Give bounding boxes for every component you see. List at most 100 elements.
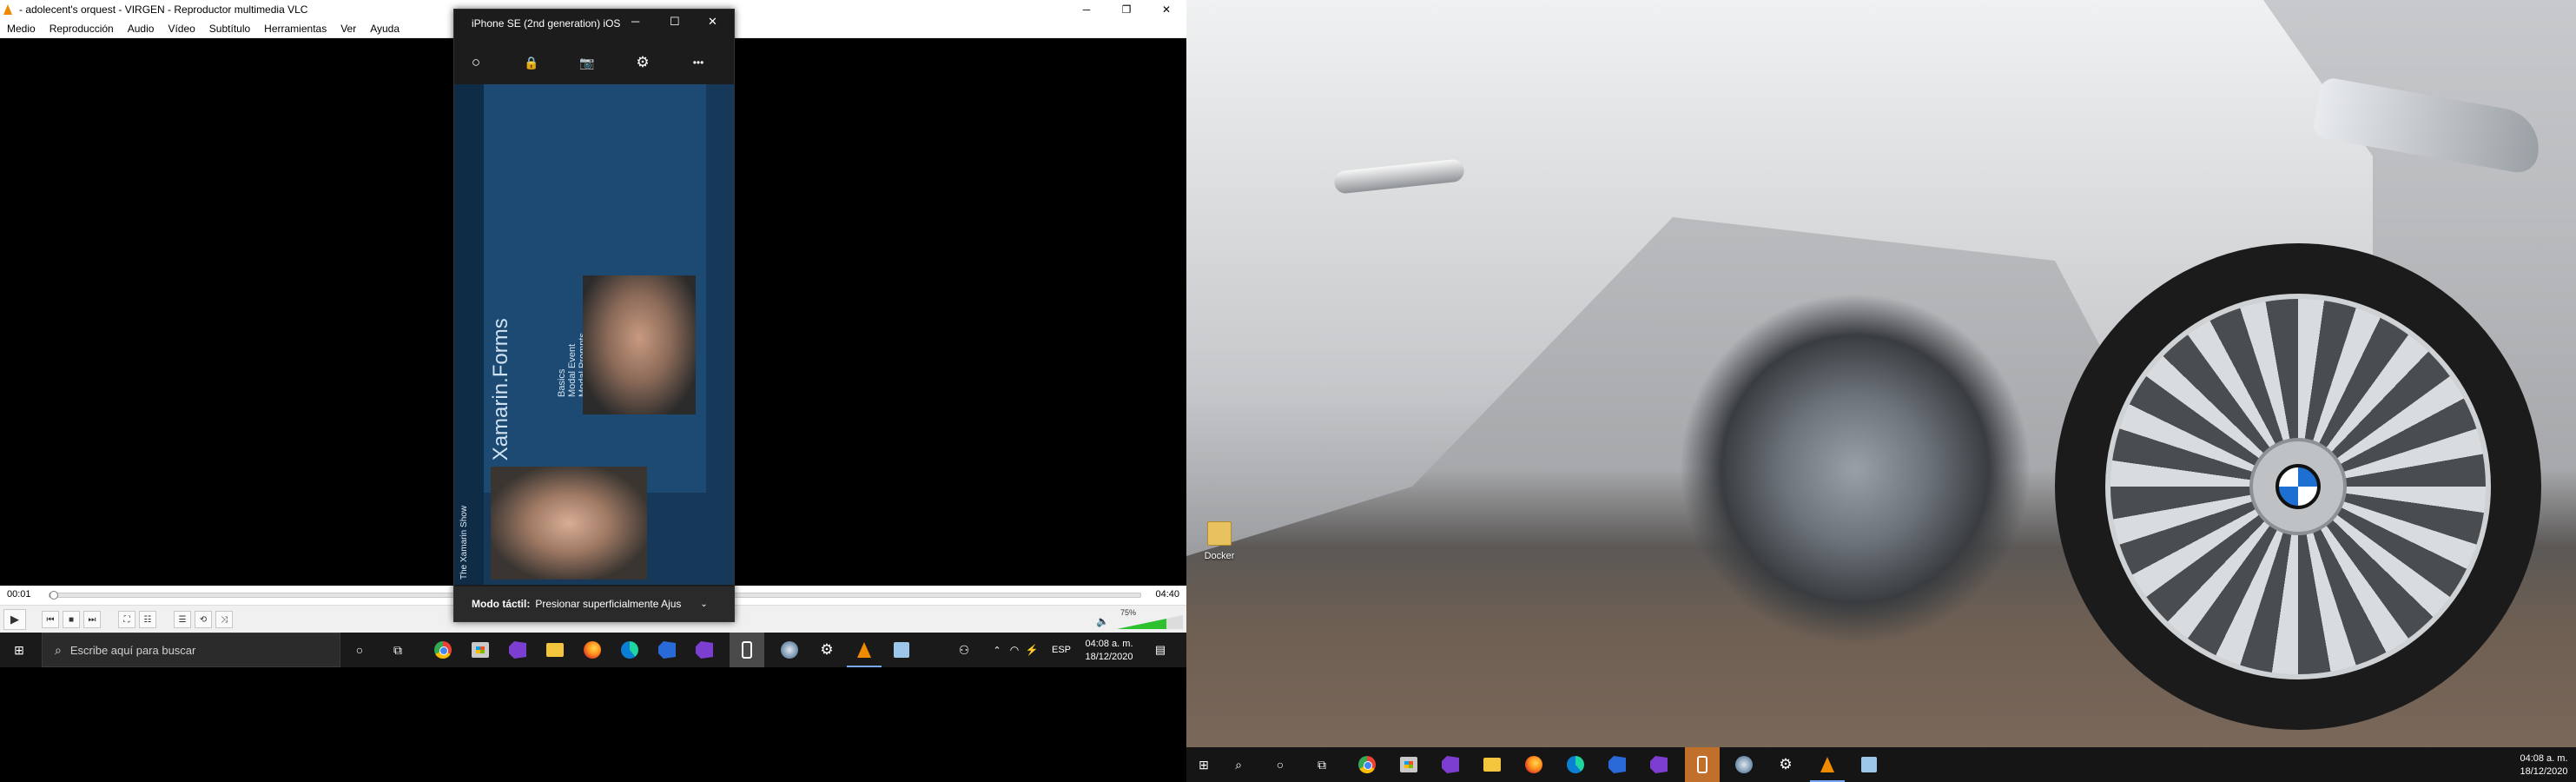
dual-monitor-desktop: - adolecent's orquest - VIRGEN - Reprodu…: [0, 0, 2576, 782]
search-icon[interactable]: ⌕: [1228, 754, 1249, 775]
menu-subtitulo[interactable]: Subtítulo: [202, 23, 257, 35]
visual-studio-icon[interactable]: [507, 640, 528, 660]
simulator-minimize-button[interactable]: ─: [631, 15, 639, 28]
chrome-icon[interactable]: [433, 640, 453, 660]
vlc-close-button[interactable]: ✕: [1146, 0, 1186, 19]
cortana-icon[interactable]: ○: [349, 640, 370, 660]
simulator-screen[interactable]: ear in Xamarin.Forms Basics Modal Event …: [454, 84, 734, 585]
store-icon[interactable]: [470, 640, 491, 660]
menu-ver[interactable]: Ver: [334, 23, 363, 35]
search-icon: ⌕: [55, 642, 62, 657]
vlc-taskbar-icon[interactable]: [854, 640, 875, 660]
touch-mode-bar[interactable]: Modo táctil: Presionar superficialmente …: [454, 586, 734, 621]
firefox-icon[interactable]: [582, 640, 603, 660]
cortana-icon[interactable]: ○: [1270, 754, 1291, 775]
touch-mode-label: Modo táctil:: [472, 598, 531, 610]
vlc-cone-icon: [3, 4, 12, 15]
visual-studio-2-icon[interactable]: [1648, 754, 1669, 775]
edge-icon[interactable]: [619, 640, 640, 660]
presenter-video: [583, 275, 696, 414]
menu-ayuda[interactable]: Ayuda: [363, 23, 406, 35]
clock-right[interactable]: 04:08 a. m. 18/12/2020: [2515, 752, 2573, 779]
vlc-running-indicator: [847, 666, 882, 667]
docker-folder-icon: [1207, 521, 1232, 546]
extended-settings-button[interactable]: ☷: [139, 611, 156, 628]
vlc-window-title: - adolecent's orquest - VIRGEN - Reprodu…: [19, 3, 308, 16]
seek-knob[interactable]: [50, 591, 58, 600]
elapsed-time: 00:01: [7, 589, 31, 600]
store-icon[interactable]: [1398, 754, 1419, 775]
vscode-icon[interactable]: [657, 640, 677, 660]
people-icon[interactable]: ⚇: [954, 640, 974, 660]
clock-time: 04:08 a. m.: [2520, 753, 2568, 764]
touch-mode-value[interactable]: Presionar superficialmente Ajus: [535, 598, 697, 610]
visual-studio-icon[interactable]: [1440, 754, 1461, 775]
next-button[interactable]: ⏭: [83, 611, 101, 628]
phone-simulator-icon[interactable]: [736, 640, 757, 660]
notepad-icon[interactable]: [891, 640, 912, 660]
settings-gear-icon[interactable]: ⚙: [1775, 754, 1796, 775]
speaker-icon[interactable]: 🔈: [1096, 615, 1109, 627]
clock-left[interactable]: 04:08 a. m. 18/12/2020: [1077, 638, 1141, 664]
menu-video[interactable]: Vídeo: [161, 23, 201, 35]
vlc-window-controls: ─ ❐ ✕: [1067, 0, 1186, 19]
taskbar-left: ⊞ ⌕ Escribe aquí para buscar ○ ⧉ ⚙ ⚇ ⌃ ◠…: [0, 633, 1186, 667]
network-icon[interactable]: ⚡: [1021, 640, 1042, 660]
simulator-maximize-button[interactable]: ☐: [670, 15, 680, 29]
loop-button[interactable]: ⟲: [195, 611, 212, 628]
bmw-logo-icon: [2275, 464, 2321, 509]
docker-label: Docker: [1204, 551, 1235, 561]
language-indicator[interactable]: ESP: [1047, 640, 1075, 660]
start-windows-icon[interactable]: ⊞: [9, 640, 30, 660]
volume-slider[interactable]: 🔈 75%: [1096, 608, 1183, 631]
phone-simulator-icon[interactable]: [1692, 754, 1713, 775]
home-button-icon[interactable]: ○: [465, 51, 487, 74]
vscode-icon[interactable]: [1607, 754, 1628, 775]
total-time: 04:40: [1155, 589, 1179, 600]
previous-button[interactable]: ⏮: [42, 611, 59, 628]
visual-studio-2-icon[interactable]: [694, 640, 715, 660]
notepad-icon[interactable]: [1859, 754, 1879, 775]
clock-time: 04:08 a. m.: [1085, 639, 1133, 649]
vlc-taskbar-icon[interactable]: [1817, 754, 1838, 775]
search-placeholder: Escribe aquí para buscar: [69, 643, 196, 657]
task-view-icon[interactable]: ⧉: [1311, 754, 1332, 775]
lock-icon[interactable]: 🔒: [520, 51, 543, 74]
menu-herramientas[interactable]: Herramientas: [257, 23, 334, 35]
iphone-simulator-window: iPhone SE (2nd generation) iOS ─ ☐ ✕ ○ 🔒…: [453, 9, 735, 622]
guest-video: [491, 467, 647, 580]
remote-app-icon[interactable]: [1734, 754, 1754, 775]
simulator-titlebar[interactable]: iPhone SE (2nd generation) iOS ─ ☐ ✕: [454, 10, 734, 37]
desktop-shortcut-docker[interactable]: Docker: [1193, 521, 1245, 573]
clock-date: 18/12/2020: [2520, 766, 2568, 777]
taskbar-search-box[interactable]: ⌕ Escribe aquí para buscar: [42, 633, 340, 667]
firefox-icon[interactable]: [1523, 754, 1544, 775]
right-monitor-desktop: Docker ⊞ ⌕ ○ ⧉ ⚙ 04:08 a. m. 18/12/2020: [1186, 0, 2576, 782]
file-explorer-icon[interactable]: [1482, 754, 1503, 775]
left-monitor: - adolecent's orquest - VIRGEN - Reprodu…: [0, 0, 1186, 782]
simulator-close-button[interactable]: ✕: [708, 15, 717, 29]
settings-gear-icon[interactable]: ⚙: [816, 640, 837, 660]
play-button[interactable]: ▶: [3, 609, 26, 630]
vlc-restore-button[interactable]: ❐: [1106, 0, 1146, 19]
start-windows-icon[interactable]: ⊞: [1193, 754, 1214, 775]
stop-button[interactable]: ■: [63, 611, 80, 628]
fullscreen-button[interactable]: ⛶: [118, 611, 135, 628]
menu-reproduccion[interactable]: Reproducción: [43, 23, 121, 35]
chrome-icon[interactable]: [1357, 754, 1377, 775]
camera-icon[interactable]: 📷: [576, 51, 598, 74]
clock-date: 18/12/2020: [1085, 652, 1133, 662]
edge-icon[interactable]: [1565, 754, 1586, 775]
more-icon[interactable]: •••: [687, 51, 710, 74]
chevron-down-icon[interactable]: ⌄: [700, 600, 707, 609]
menu-medio[interactable]: Medio: [0, 23, 43, 35]
shuffle-button[interactable]: ⤨: [215, 611, 233, 628]
task-view-icon[interactable]: ⧉: [387, 640, 408, 660]
menu-audio[interactable]: Audio: [121, 23, 162, 35]
vlc-minimize-button[interactable]: ─: [1067, 0, 1106, 19]
sticky-notes-icon[interactable]: [545, 640, 565, 660]
remote-app-icon[interactable]: [779, 640, 800, 660]
playlist-button[interactable]: ☰: [174, 611, 191, 628]
notification-icon[interactable]: ▤: [1150, 640, 1171, 660]
gear-icon[interactable]: ⚙: [631, 51, 654, 74]
